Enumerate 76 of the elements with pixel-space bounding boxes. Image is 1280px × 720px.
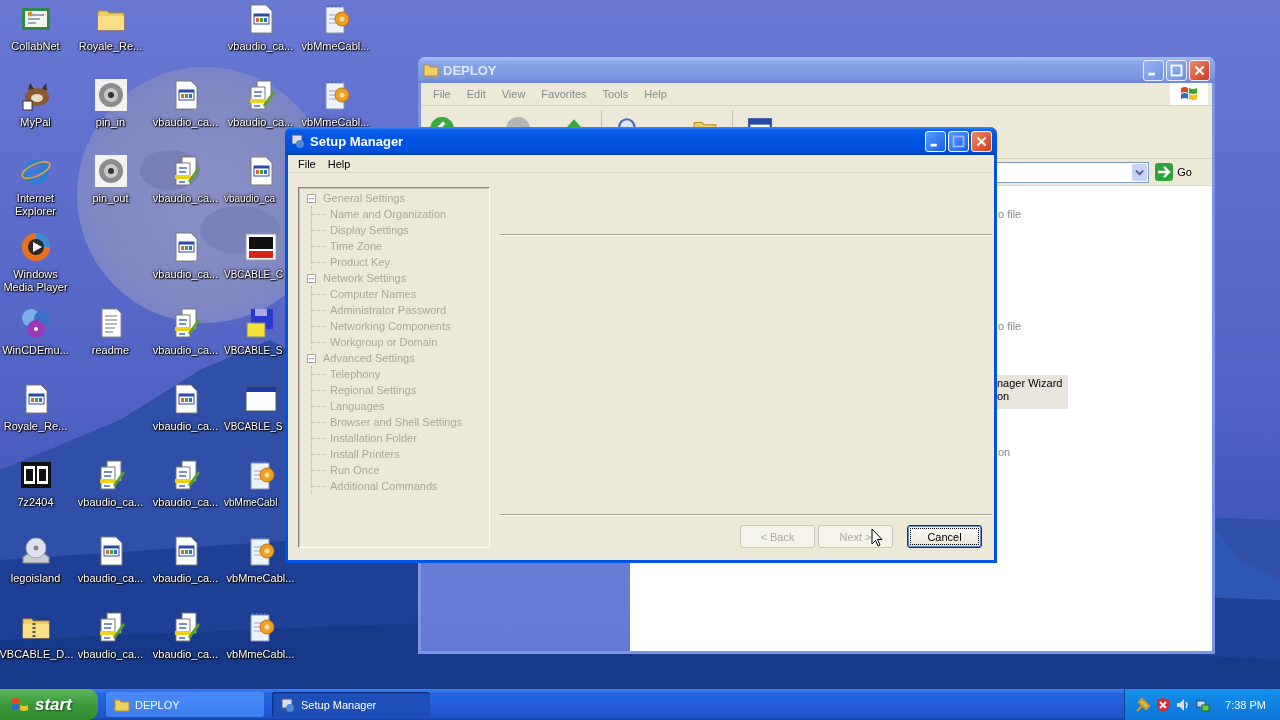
taskbar-button[interactable]: Setup Manager bbox=[272, 692, 430, 717]
media-player-icon[interactable] bbox=[19, 231, 52, 263]
desktop-icon-label[interactable]: VBCABLE_S bbox=[224, 344, 283, 357]
folder-icon bbox=[114, 696, 130, 713]
menu-item[interactable]: File bbox=[292, 157, 322, 170]
folder-icon bbox=[423, 62, 439, 78]
menu-item[interactable]: Help bbox=[321, 157, 357, 170]
mouse-pointer-icon bbox=[871, 528, 883, 547]
discs-icon[interactable] bbox=[19, 307, 52, 339]
maximize-icon bbox=[1170, 64, 1183, 76]
window-icon[interactable] bbox=[244, 383, 277, 415]
desktop-icon-label[interactable]: legoisland bbox=[10, 572, 61, 585]
menu-item[interactable]: File bbox=[425, 88, 459, 100]
desktop-icon-label[interactable]: Royale_Re... bbox=[78, 40, 143, 53]
dropdown-button[interactable] bbox=[1132, 163, 1148, 181]
setup-icon bbox=[280, 696, 296, 713]
desktop-icon-label[interactable]: vbaudio_ca... bbox=[152, 344, 219, 357]
setup-icon bbox=[290, 133, 306, 149]
desktop-icon-label[interactable]: vbaudio_ca... bbox=[152, 116, 219, 129]
go-button[interactable]: Go bbox=[1153, 163, 1206, 181]
chevron-down-icon bbox=[1135, 167, 1145, 177]
desktop-icon-label[interactable]: Internet Explorer bbox=[0, 192, 72, 218]
archive-icon[interactable] bbox=[19, 459, 52, 491]
taskbar-button[interactable]: DEPLOY bbox=[106, 692, 264, 717]
wizard-button[interactable]: Cancel bbox=[907, 525, 982, 548]
close-icon bbox=[976, 135, 987, 147]
file-label[interactable]: on bbox=[996, 444, 1013, 461]
desktop-icon-label[interactable]: VBCABLE_S bbox=[224, 420, 283, 433]
desktop-icon-label[interactable]: vbaudio_ca... bbox=[77, 496, 144, 509]
menu-item[interactable]: Tools bbox=[594, 88, 637, 100]
desktop-icon-label[interactable]: VBCABLE_C bbox=[224, 268, 283, 281]
window-title: DEPLOY bbox=[443, 62, 497, 78]
shield-icon[interactable] bbox=[1155, 696, 1172, 713]
logo-icon[interactable] bbox=[244, 231, 277, 263]
menu-item[interactable]: Edit bbox=[458, 88, 494, 100]
minimize-icon bbox=[930, 143, 937, 146]
window-title: Setup Manager bbox=[310, 133, 404, 149]
cd-icon[interactable] bbox=[19, 535, 52, 567]
desktop-icon-label[interactable]: vbaudio_ca... bbox=[227, 40, 294, 53]
desktop-icon-label[interactable]: vbaudio_ca... bbox=[152, 420, 219, 433]
desktop-icon-label[interactable]: VBCABLE_D... bbox=[0, 648, 72, 661]
desktop-icon-label[interactable]: vbMmeCabl... bbox=[226, 572, 295, 585]
desktop-icon-label[interactable]: vbaudio_ca... bbox=[152, 192, 219, 205]
maximize-icon bbox=[952, 135, 965, 147]
desktop-icon-label[interactable]: vbaudio_ca... bbox=[227, 116, 294, 129]
desktop-icon-label[interactable]: vbMmeCabl bbox=[224, 496, 278, 509]
menu-item[interactable]: View bbox=[493, 88, 534, 100]
desktop-icon-label[interactable]: pin_in bbox=[95, 116, 126, 129]
desktop-icon-label[interactable]: vbaudio_ca... bbox=[77, 572, 144, 585]
clock[interactable]: 7:38 PM bbox=[1225, 698, 1266, 711]
desktop-icon-label[interactable]: 7z2404 bbox=[17, 496, 54, 509]
desktop-icon-label[interactable]: WinCDEmu... bbox=[2, 344, 69, 357]
start-button[interactable]: start bbox=[0, 689, 98, 720]
desktop-icon-label[interactable]: Windows Media Player bbox=[0, 268, 72, 294]
desktop-icon-label[interactable]: vbaudio_ca... bbox=[152, 496, 219, 509]
desktop-icon-label[interactable]: CollabNet bbox=[11, 40, 60, 53]
desktop-icon-label[interactable]: vbaudio_ca bbox=[224, 192, 276, 205]
desktop-icon-label[interactable]: vbMmeCabl... bbox=[226, 648, 295, 661]
minimize-icon bbox=[1148, 72, 1155, 75]
menu-item[interactable]: Favorites bbox=[533, 88, 595, 100]
file-label[interactable]: o file bbox=[996, 206, 1024, 223]
file-label[interactable]: o file bbox=[996, 318, 1024, 335]
desktop-icon-label[interactable]: Royale_Re... bbox=[3, 420, 68, 433]
desktop-icon-label[interactable]: MyPal bbox=[20, 116, 51, 129]
arrow-right-icon bbox=[1155, 163, 1174, 181]
desktop-icon-label[interactable]: vbaudio_ca... bbox=[152, 572, 219, 585]
desktop-icon-label[interactable]: readme bbox=[91, 344, 130, 357]
desktop-icon-label[interactable]: vbaudio_ca... bbox=[77, 648, 144, 661]
desktop-icon-label[interactable]: vbaudio_ca... bbox=[152, 648, 219, 661]
desktop-icon-label[interactable]: pin_out bbox=[92, 192, 129, 205]
desktop-icon-label[interactable]: vbMmeCabl... bbox=[301, 116, 370, 129]
close-icon bbox=[1194, 64, 1205, 76]
menu-item[interactable]: Help bbox=[636, 88, 675, 100]
file-label[interactable]: nager Wizard on bbox=[996, 375, 1069, 409]
desktop-icon-label[interactable]: vbMmeCabl... bbox=[301, 40, 370, 53]
desktop-icon-label[interactable]: vbaudio_ca... bbox=[152, 268, 219, 281]
